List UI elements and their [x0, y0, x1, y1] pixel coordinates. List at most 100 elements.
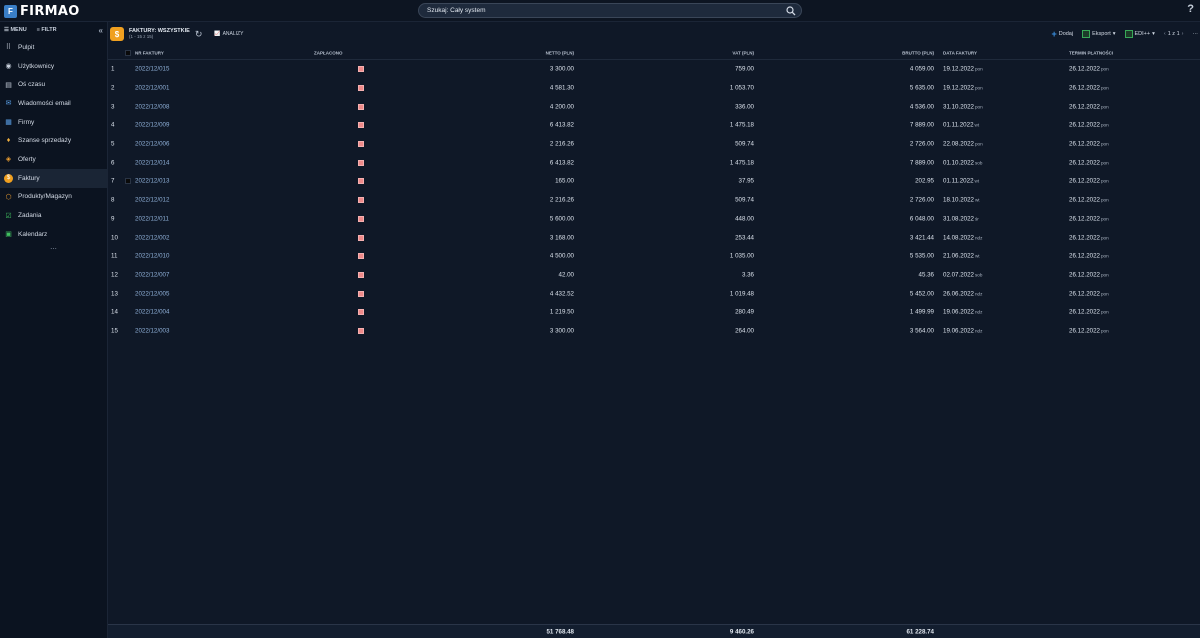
table-row[interactable]: 7 2022/12/013 165.00 37.95 202.95 01.11.2022w…	[108, 172, 1200, 191]
table-row[interactable]: 11 2022/12/010 4 500.00 1 035.00 5 535.00 21.…	[108, 247, 1200, 266]
paid-status-icon[interactable]	[358, 159, 364, 166]
invoice-number-link[interactable]: 2022/12/010	[135, 253, 169, 260]
prev-page-icon[interactable]: ‹	[1164, 31, 1166, 37]
sidebar-item[interactable]: ▤ Oś czasu	[0, 75, 107, 94]
table-row[interactable]: 12 2022/12/007 42.00 3.36 45.36 02.07.2022sob…	[108, 266, 1200, 285]
invoice-number-link[interactable]: 2022/12/007	[135, 271, 169, 278]
due-date: 26.12.2022pon	[1069, 309, 1109, 316]
invoice-date: 19.06.2022ndz	[943, 309, 982, 316]
col-nr[interactable]: NR FAKTURY	[135, 50, 164, 55]
sidebar-item[interactable]: $ Faktury	[0, 168, 107, 188]
paid-status-icon[interactable]	[358, 290, 364, 297]
date-weekday: ndz	[974, 328, 983, 334]
netto-value: 3 300.00	[549, 327, 574, 335]
table-row[interactable]: 8 2022/12/012 2 216.26 509.74 2 726.00 18.10.…	[108, 191, 1200, 210]
table-row[interactable]: 5 2022/12/006 2 216.26 509.74 2 726.00 22.08.…	[108, 135, 1200, 154]
paid-status-icon[interactable]	[358, 141, 364, 148]
col-due[interactable]: TERMIN PŁATNOŚCI	[1069, 50, 1113, 55]
sidebar-item[interactable]: ⬡ Produkty/Magazyn	[0, 188, 107, 207]
sidebar-item[interactable]: ⠿ Pulpit	[0, 38, 107, 57]
help-icon[interactable]: ?	[1187, 3, 1194, 15]
due-date: 26.12.2022pon	[1069, 103, 1109, 110]
invoice-number-link[interactable]: 2022/12/005	[135, 290, 169, 297]
paid-status-icon[interactable]	[358, 327, 364, 334]
date-value: 19.12.2022	[943, 65, 974, 73]
table-row[interactable]: 6 2022/12/014 6 413.82 1 475.18 7 889.00 01.1…	[108, 153, 1200, 172]
row-checkbox[interactable]	[125, 178, 131, 185]
sidebar-item[interactable]: ▦ Firmy	[0, 113, 107, 132]
paid-status-icon[interactable]	[358, 253, 364, 260]
date-value: 19.12.2022	[943, 84, 974, 92]
refresh-icon[interactable]: ↻	[195, 29, 203, 40]
paid-status-icon[interactable]	[358, 215, 364, 222]
paid-status-icon[interactable]	[358, 178, 364, 185]
table-row[interactable]: 14 2022/12/004 1 219.50 280.49 1 499.99 19.06…	[108, 303, 1200, 322]
paid-status-icon[interactable]	[358, 271, 364, 278]
col-netto[interactable]: NETTO (PLN)	[546, 50, 574, 55]
sidebar-item[interactable]: ☑ Zadania	[0, 206, 107, 225]
search-icon[interactable]	[786, 6, 796, 16]
more-options-icon[interactable]: ···	[1193, 31, 1199, 37]
netto-value: 2 216.26	[549, 196, 574, 204]
table-row[interactable]: 13 2022/12/005 4 432.52 1 019.48 5 452.00 26.…	[108, 284, 1200, 303]
paid-status-icon[interactable]	[358, 234, 364, 241]
table-row[interactable]: 9 2022/12/011 5 600.00 448.00 6 048.00 31.08.…	[108, 210, 1200, 229]
row-index: 3	[111, 103, 115, 111]
edi-button[interactable]: EDI++ ▾	[1124, 30, 1155, 38]
filter-toggle[interactable]: ≡ FILTR	[37, 27, 57, 33]
select-all-checkbox[interactable]	[125, 49, 131, 56]
invoice-number-link[interactable]: 2022/12/006	[135, 141, 169, 148]
add-label: Dodaj	[1058, 31, 1074, 37]
col-vat[interactable]: VAT (PLN)	[732, 50, 754, 55]
sidebar-item[interactable]: ◉ Użytkownicy	[0, 57, 107, 76]
user-icon: ◉	[5, 63, 12, 71]
table-row[interactable]: 15 2022/12/003 3 300.00 264.00 3 564.00 19.06…	[108, 322, 1200, 341]
invoice-number-link[interactable]: 2022/12/009	[135, 122, 169, 129]
sidebar-item[interactable]: ✉ Wiadomości email	[0, 94, 107, 113]
col-date[interactable]: DATA FAKTURY	[943, 50, 977, 55]
invoice-number-link[interactable]: 2022/12/008	[135, 103, 169, 110]
add-button[interactable]: + Dodaj	[1051, 29, 1073, 39]
table-row[interactable]: 3 2022/12/008 4 200.00 336.00 4 536.00 31.10.…	[108, 97, 1200, 116]
invoice-number-link[interactable]: 2022/12/011	[135, 215, 169, 222]
paid-status-icon[interactable]	[358, 122, 364, 129]
invoice-number-link[interactable]: 2022/12/001	[135, 85, 169, 92]
invoice-date: 19.06.2022ndz	[943, 327, 982, 334]
invoice-number-link[interactable]: 2022/12/002	[135, 234, 169, 241]
table-row[interactable]: 2 2022/12/001 4 581.30 1 053.70 5 635.00 19.1…	[108, 79, 1200, 98]
invoice-number-link[interactable]: 2022/12/014	[135, 159, 169, 166]
invoice-number-link[interactable]: 2022/12/013	[135, 178, 169, 185]
paid-status-icon[interactable]	[358, 85, 364, 92]
invoice-number-link[interactable]: 2022/12/003	[135, 327, 169, 334]
paid-status-icon[interactable]	[358, 103, 364, 110]
app-logo[interactable]: F FIRMAO	[4, 3, 80, 19]
menu-toggle[interactable]: ☰ MENU	[4, 27, 27, 33]
table-row[interactable]: 1 2022/12/015 3 300.00 759.00 4 059.00 19.12.…	[108, 60, 1200, 79]
invoice-number-link[interactable]: 2022/12/012	[135, 197, 169, 204]
invoice-number-link[interactable]: 2022/12/015	[135, 66, 169, 73]
list-title[interactable]: FAKTURY: WSZYSTKIE (1 - 15 z 15)	[129, 28, 190, 40]
invoice-number-link[interactable]: 2022/12/004	[135, 309, 169, 316]
paid-status-icon[interactable]	[358, 309, 364, 316]
global-search-input[interactable]: Szukaj: Cały system	[418, 3, 802, 18]
paid-status-icon[interactable]	[358, 66, 364, 73]
sidebar-item[interactable]: ◈ Oferty	[0, 150, 107, 169]
col-paid[interactable]: ZAPŁACONO	[314, 50, 343, 55]
row-index: 5	[111, 140, 115, 148]
brutto-value: 5 452.00	[909, 290, 934, 298]
next-page-icon[interactable]: ›	[1182, 31, 1184, 37]
collapse-sidebar-icon[interactable]: «	[99, 26, 103, 35]
table-row[interactable]: 10 2022/12/002 3 168.00 253.44 3 421.44 14.08…	[108, 228, 1200, 247]
analizy-button[interactable]: 📈 ANALIZY	[214, 31, 243, 37]
sidebar-more-icon[interactable]: ...	[0, 242, 107, 254]
table-row[interactable]: 4 2022/12/009 6 413.82 1 475.18 7 889.00 01.1…	[108, 116, 1200, 135]
brutto-value: 202.95	[915, 177, 934, 185]
col-brutto[interactable]: BRUTTO (PLN)	[902, 50, 934, 55]
sidebar-item[interactable]: ♦ Szanse sprzedaży	[0, 131, 107, 150]
sidebar-item-label: Oś czasu	[18, 81, 46, 89]
sidebar-item[interactable]: ▣ Kalendarz	[0, 225, 107, 244]
date-weekday: śr	[974, 216, 979, 222]
due-weekday: pon	[1100, 122, 1109, 128]
paid-status-icon[interactable]	[358, 197, 364, 204]
export-button[interactable]: Eksport ▾	[1082, 30, 1116, 38]
